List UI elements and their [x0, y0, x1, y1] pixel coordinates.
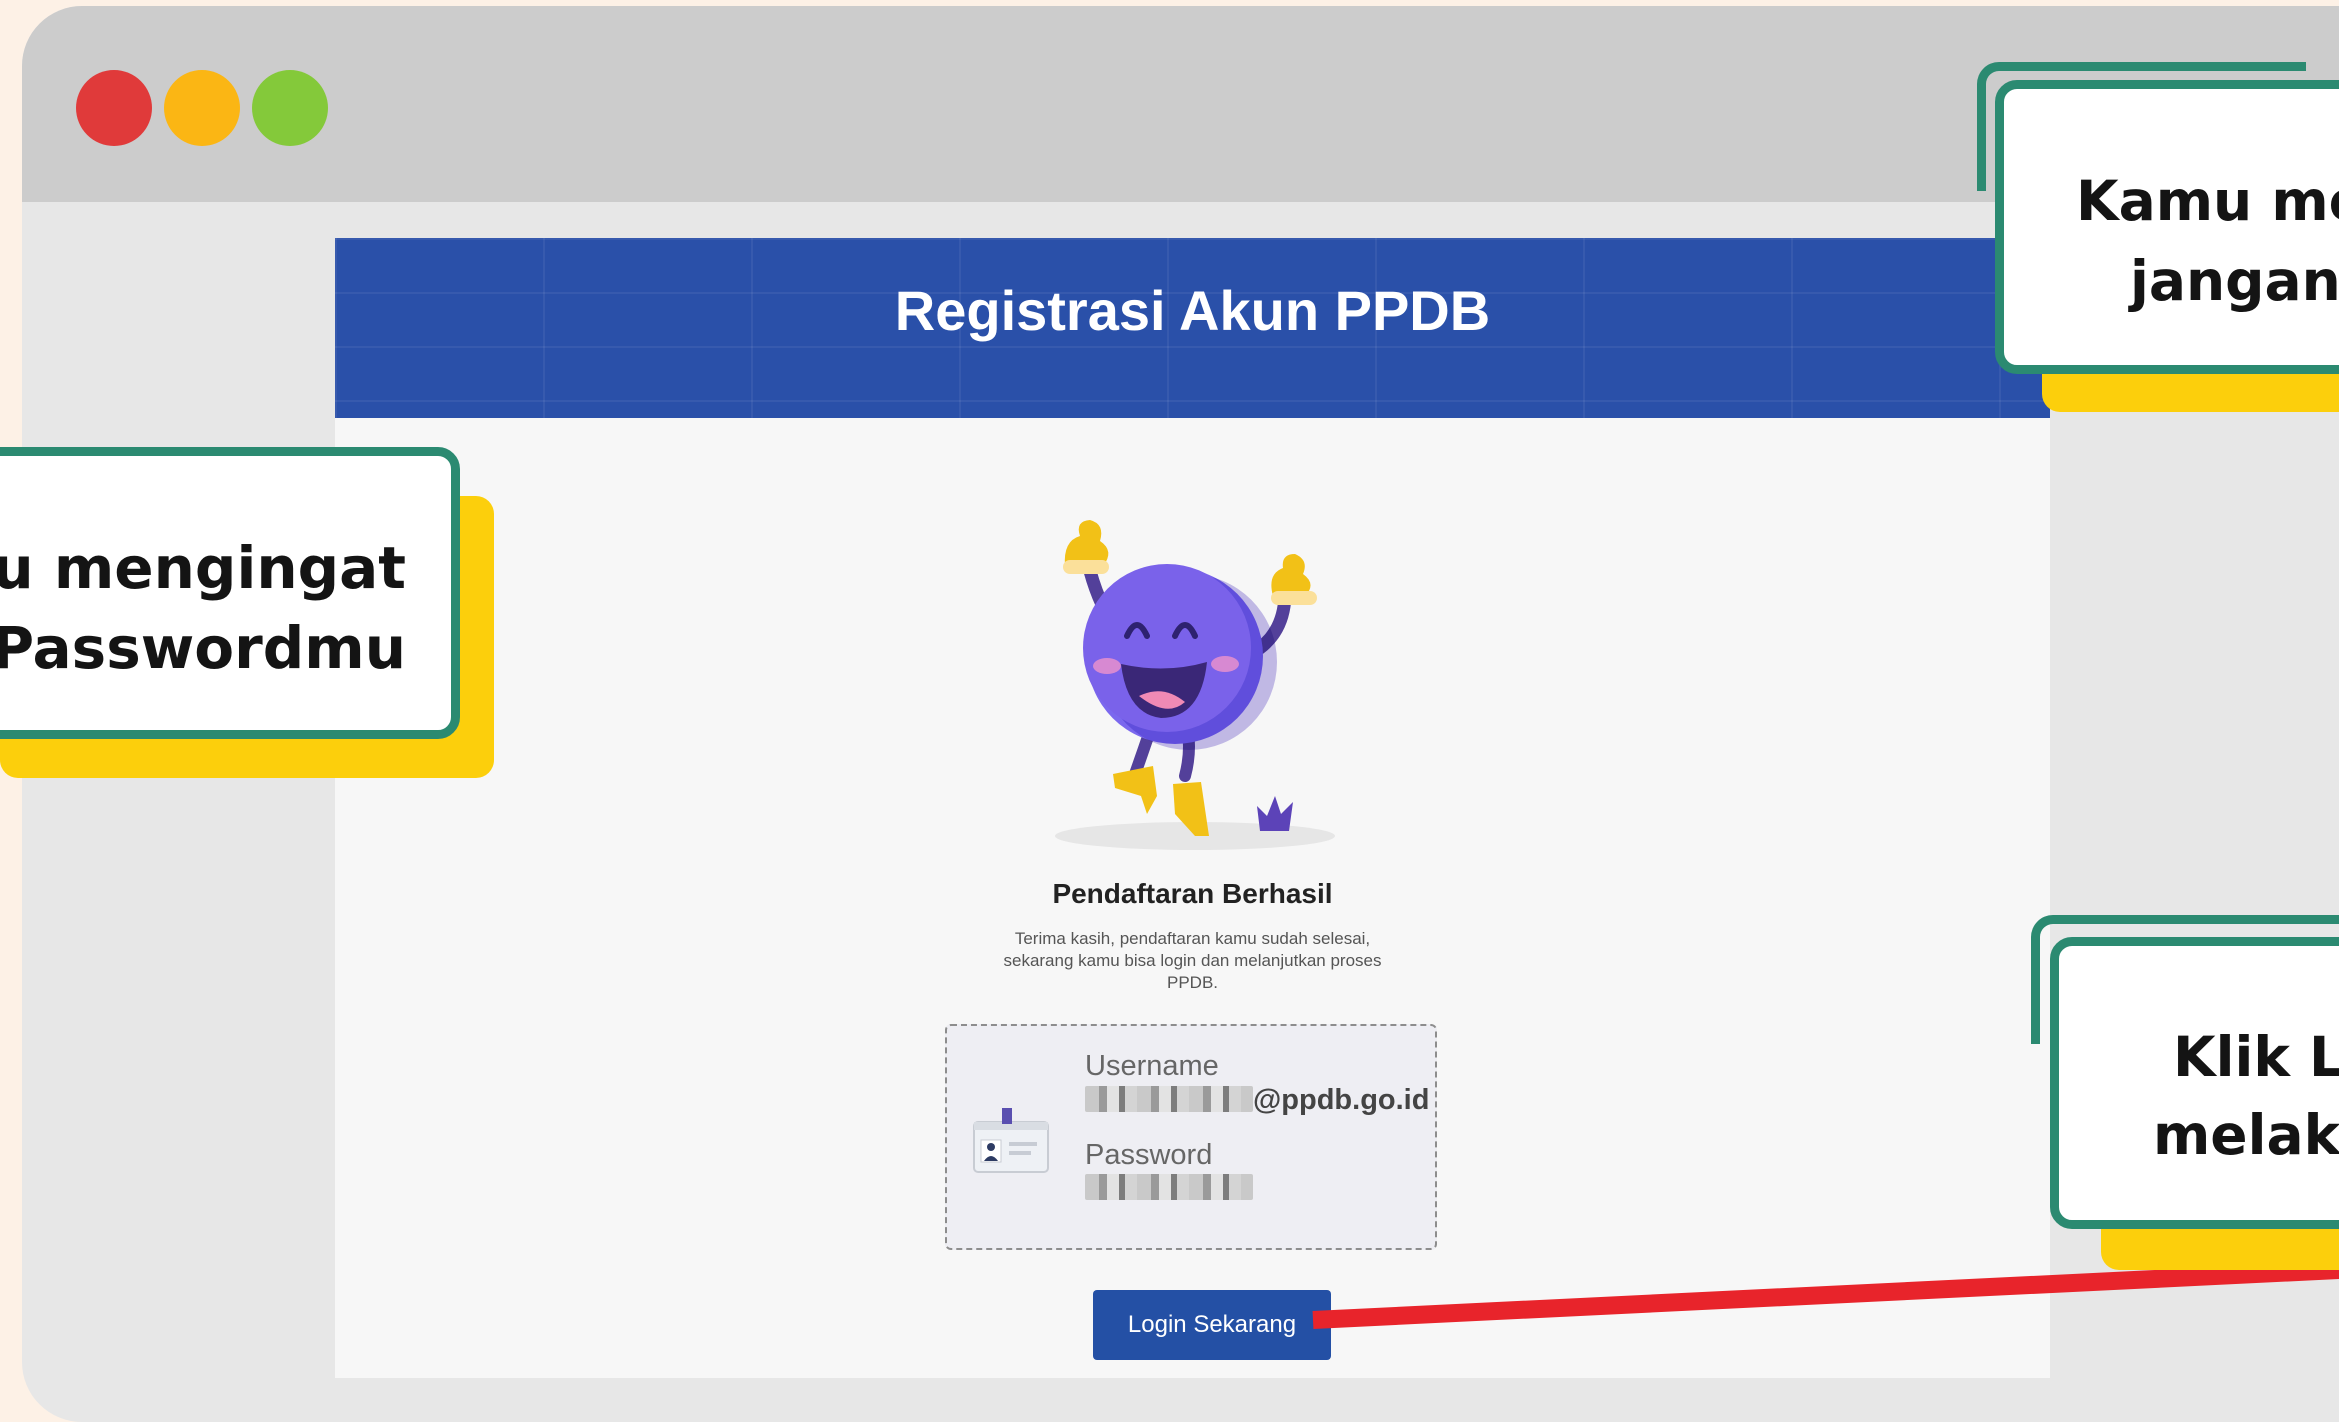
id-card-icon [973, 1108, 1049, 1173]
callout-left-line1: u mengingat [0, 534, 406, 602]
callout-bottom-right-line2: melaku [2153, 1103, 2339, 1167]
page-header: Registrasi Akun PPDB [335, 238, 2050, 418]
callout-left-card: u mengingat Passwordmu [0, 447, 460, 739]
callout-bottom-right-card: Klik Lo melaku [2050, 937, 2339, 1229]
password-value-blurred [1085, 1174, 1253, 1200]
callout-bottom-right-line1: Klik Lo [2173, 1025, 2339, 1089]
login-now-button[interactable]: Login Sekarang [1093, 1290, 1331, 1360]
username-domain: @ppdb.go.id [1253, 1084, 1430, 1116]
callout-top-right-line1: Kamu me [2076, 169, 2339, 233]
registration-page: Registrasi Akun PPDB Pendaftaran Berhasi… [335, 238, 2050, 1378]
username-value-blurred [1085, 1086, 1253, 1112]
celebrating-mascot-illustration [1055, 520, 1335, 850]
credentials-box: Username @ppdb.go.id Password [945, 1024, 1437, 1250]
close-window-dot[interactable] [76, 70, 152, 146]
success-message: Terima kasih, pendaftaran kamu sudah sel… [1003, 929, 1382, 992]
minimize-window-dot[interactable] [164, 70, 240, 146]
page-title: Registrasi Akun PPDB [894, 279, 1491, 342]
password-label: Password [1085, 1139, 1213, 1171]
callout-top-right-line2: jangan [2130, 249, 2339, 313]
username-label: Username [1085, 1050, 1219, 1082]
callout-left-line2: Passwordmu [0, 614, 406, 682]
callout-top-right-card: Kamu me jangan [1995, 80, 2339, 374]
success-title: Pendaftaran Berhasil [1052, 878, 1333, 909]
maximize-window-dot[interactable] [252, 70, 328, 146]
